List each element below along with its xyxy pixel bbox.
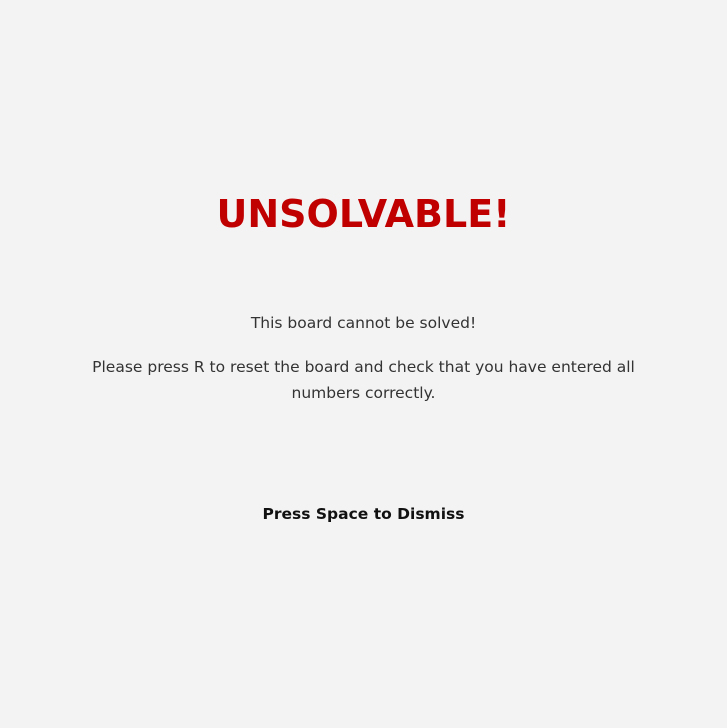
dialog-title: UNSOLVABLE!	[216, 192, 511, 236]
unsolvable-dialog: UNSOLVABLE! This board cannot be solved!…	[0, 0, 727, 728]
dialog-message: This board cannot be solved!	[250, 314, 477, 332]
dialog-instructions: Please press R to reset the board and ch…	[92, 358, 635, 402]
dismiss-hint[interactable]: Press Space to Dismiss	[0, 503, 727, 525]
